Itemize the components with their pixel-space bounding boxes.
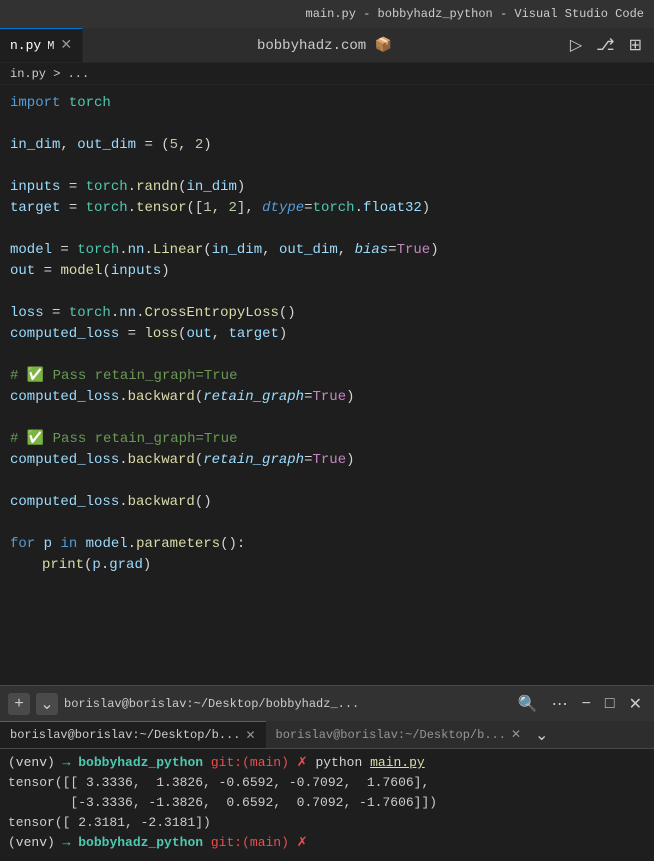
code-line-4: target = torch.tensor([1, 2], dtype=torc… <box>0 198 654 219</box>
code-line-blank-5 <box>0 345 654 366</box>
terminal-tabs: borislav@borislav:~/Desktop/b... ✕ boris… <box>0 721 654 749</box>
terminal-line-1: (venv) → bobbyhadz_python git:(main) ✗ p… <box>8 753 646 773</box>
code-line-2: in_dim, out_dim = (5, 2) <box>0 135 654 156</box>
split-button[interactable]: ⊞ <box>625 33 646 57</box>
terminal-path: borislav@borislav:~/Desktop/bobbyhadz_..… <box>64 697 508 711</box>
terminal-close-button[interactable]: ✕ <box>625 692 646 716</box>
terminal-line-3: [-3.3336, -1.3826, 0.6592, 0.7092, -1.76… <box>8 793 646 813</box>
terminal-container: + ⌄ borislav@borislav:~/Desktop/bobbyhad… <box>0 685 654 860</box>
tab-label: n.py <box>10 38 41 53</box>
tab-modified-indicator: M <box>47 39 54 53</box>
terminal-tab-2-label: borislav@borislav:~/Desktop/b... <box>276 728 506 742</box>
code-line-blank-6 <box>0 408 654 429</box>
terminal-output: (venv) → bobbyhadz_python git:(main) ✗ p… <box>0 749 654 861</box>
code-line-blank-1 <box>0 114 654 135</box>
title-bar-text: main.py - bobbyhadz_python - Visual Stud… <box>306 7 644 21</box>
code-line-comment-1: # ✅ Pass retain_graph=True <box>0 366 654 387</box>
run-button[interactable]: ▷ <box>566 33 586 57</box>
code-line-blank-7 <box>0 471 654 492</box>
tab-close-button[interactable]: ✕ <box>60 37 72 54</box>
code-line-blank-8 <box>0 513 654 534</box>
terminal-tab-2-close[interactable]: ✕ <box>511 727 521 742</box>
code-line-13: print(p.grad) <box>0 555 654 576</box>
terminal-line-2: tensor([[ 3.3336, 1.3826, -0.6592, -0.70… <box>8 773 646 793</box>
terminal-line-4: tensor([ 2.3181, -2.3181]) <box>8 813 646 833</box>
terminal-tab-1-close[interactable]: ✕ <box>245 728 255 743</box>
code-line-comment-2: # ✅ Pass retain_graph=True <box>0 429 654 450</box>
terminal-dropdown-button[interactable]: ⌄ <box>36 693 58 715</box>
editor-area: import torch in_dim, out_dim = (5, 2) in… <box>0 85 654 685</box>
terminal-minimize-button[interactable]: − <box>578 693 595 715</box>
terminal-add-button[interactable]: + <box>8 693 30 715</box>
code-line-10: computed_loss.backward(retain_graph=True… <box>0 450 654 471</box>
terminal-toolbar: + ⌄ borislav@borislav:~/Desktop/bobbyhad… <box>0 686 654 721</box>
code-line-blank-2 <box>0 156 654 177</box>
branch-button[interactable]: ⎇ <box>592 33 618 57</box>
terminal-tabs-dropdown[interactable]: ⌄ <box>535 721 548 748</box>
code-line-blank-3 <box>0 219 654 240</box>
editor-title: bobbyhadz.com 📦 <box>257 37 392 54</box>
terminal-line-5: (venv) → bobbyhadz_python git:(main) ✗ <box>8 833 646 853</box>
code-line-5: model = torch.nn.Linear(in_dim, out_dim,… <box>0 240 654 261</box>
terminal-more-button[interactable]: ⋯ <box>548 692 572 716</box>
code-line-9: computed_loss.backward(retain_graph=True… <box>0 387 654 408</box>
active-tab[interactable]: n.py M ✕ <box>0 28 83 62</box>
code-line-1: import torch <box>0 93 654 114</box>
code-line-8: computed_loss = loss(out, target) <box>0 324 654 345</box>
terminal-search-button[interactable]: 🔍 <box>514 692 542 716</box>
code-line-6: out = model(inputs) <box>0 261 654 282</box>
terminal-tab-1-label: borislav@borislav:~/Desktop/b... <box>10 728 240 742</box>
breadcrumb: in.py > ... <box>10 67 89 81</box>
code-line-7: loss = torch.nn.CrossEntropyLoss() <box>0 303 654 324</box>
terminal-tab-1[interactable]: borislav@borislav:~/Desktop/b... ✕ <box>0 721 266 748</box>
code-line-12: for p in model.parameters(): <box>0 534 654 555</box>
code-line-blank-4 <box>0 282 654 303</box>
code-line-11: computed_loss.backward() <box>0 492 654 513</box>
terminal-tab-2[interactable]: borislav@borislav:~/Desktop/b... ✕ <box>266 721 532 748</box>
code-line-3: inputs = torch.randn(in_dim) <box>0 177 654 198</box>
terminal-maximize-button[interactable]: □ <box>601 693 619 715</box>
